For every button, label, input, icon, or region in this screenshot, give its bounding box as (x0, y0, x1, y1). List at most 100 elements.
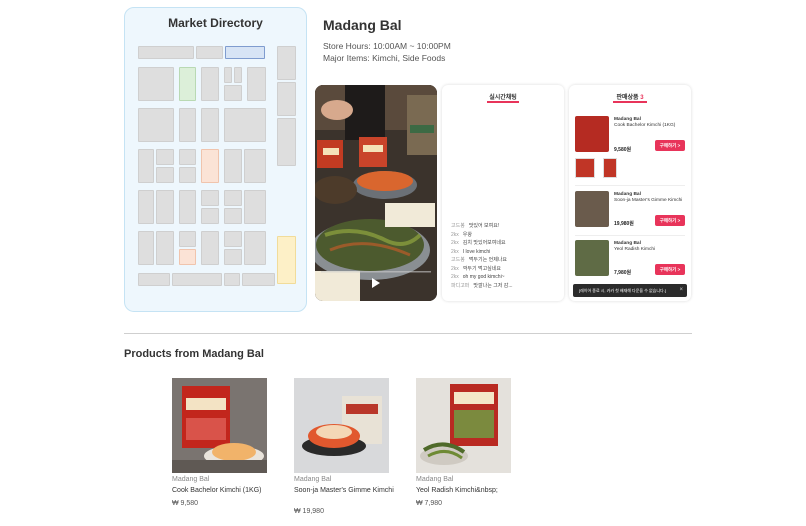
directory-title: Market Directory (168, 16, 263, 30)
sale-item[interactable]: Madang Bal Soon-ja Master's Gimme Kimchi… (575, 191, 687, 235)
store-cell[interactable] (156, 231, 174, 265)
store-cell[interactable] (196, 46, 223, 59)
sale-item[interactable]: Madang Bal Yeol Radish Kimchi 7,980원 구매하… (575, 240, 687, 284)
product-thumbnail-small[interactable] (603, 158, 617, 178)
chat-text: 우왕 (462, 231, 472, 238)
store-cell[interactable] (201, 231, 219, 265)
item-divider (575, 235, 685, 236)
buy-button[interactable]: 구매하기 > (655, 215, 685, 226)
store-cell[interactable] (224, 273, 240, 286)
chat-text: 맛깔나는 그저 감... (473, 282, 513, 289)
buy-button[interactable]: 구매하기 > (655, 264, 685, 275)
sale-item-brand: Madang Bal (614, 241, 641, 246)
sale-title-underline (613, 101, 647, 103)
store-cell[interactable] (224, 249, 242, 265)
item-divider (575, 185, 685, 186)
product-thumbnail[interactable] (575, 240, 609, 276)
chat-message: 2kx oh my god kimchi~ (451, 273, 559, 282)
store-cell-selected[interactable] (225, 46, 265, 59)
live-video-player[interactable] (315, 85, 437, 301)
product-thumbnail[interactable] (575, 116, 609, 152)
store-cell[interactable] (179, 249, 196, 265)
store-cell[interactable] (244, 190, 266, 224)
chat-username: 2kx (451, 265, 459, 272)
store-cell[interactable] (234, 67, 242, 83)
store-cell[interactable] (224, 108, 266, 142)
chat-username: 파디고퍼 (451, 282, 470, 289)
product-thumbnail-small[interactable] (575, 158, 595, 178)
store-cell[interactable] (138, 149, 154, 183)
store-cell[interactable] (242, 273, 275, 286)
store-cell[interactable] (156, 149, 174, 165)
close-icon[interactable]: × (679, 284, 683, 297)
chat-message-list: 고드봉 맛있어 보여요! 2kx 우왕 2kx 김치 맛있어보여네요 2kx I lov… (451, 222, 559, 290)
product-image[interactable] (294, 378, 389, 473)
store-cell[interactable] (277, 118, 296, 166)
live-chat-panel: 실시간채팅 고드봉 맛있어 보여요! 2kx 우왕 2kx 김치 맛있어보여네요 2k… (442, 85, 564, 301)
store-cell[interactable] (224, 149, 242, 183)
chat-message: 고드봉 맛있어 보여요! (451, 222, 559, 231)
chat-text: oh my god kimchi~ (462, 274, 505, 280)
chat-message: 2kx I love kimchi (451, 248, 559, 257)
store-cell[interactable] (224, 190, 242, 206)
product-name[interactable]: Soon-ja Master's Gimme Kimchi (294, 487, 404, 496)
store-cell[interactable] (179, 108, 196, 142)
store-cell[interactable] (201, 108, 219, 142)
store-cell[interactable] (224, 85, 242, 101)
product-image[interactable] (416, 378, 511, 473)
products-section-title: Products from Madang Bal (124, 348, 264, 360)
store-cell[interactable] (179, 167, 196, 183)
store-name: Madang Bal (323, 17, 402, 33)
store-cell[interactable] (277, 46, 296, 80)
store-cell[interactable] (201, 149, 219, 183)
product-image[interactable] (172, 378, 267, 473)
store-cell[interactable] (201, 190, 219, 206)
chat-username: 2kx (451, 248, 459, 255)
product-name[interactable]: Cook Bachelor Kimchi (1KG) (172, 487, 282, 496)
store-cell[interactable] (244, 149, 266, 183)
product-name[interactable]: Yeol Radish Kimchi&nbsp; (416, 487, 526, 496)
sale-item[interactable]: Madang Bal Cook Bachelor Kimchi (1KG) 9,… (575, 115, 687, 185)
store-cell[interactable] (244, 231, 266, 265)
store-cell[interactable] (138, 67, 174, 101)
chat-message: 2kx 김치 맛있어보여네요 (451, 239, 559, 248)
chat-message: 고드봉 먹두기는 언제나요 (451, 256, 559, 265)
store-major-items: Major Items: Kimchi, Side Foods (323, 53, 446, 63)
store-cell[interactable] (277, 82, 296, 116)
store-cell[interactable] (179, 149, 196, 165)
store-cell[interactable] (138, 273, 170, 286)
product-image-graphic (294, 378, 389, 473)
product-price: ₩ 19,980 (294, 508, 324, 515)
store-cell[interactable] (277, 236, 296, 284)
store-cell[interactable] (247, 67, 266, 101)
product-image-graphic (416, 378, 511, 473)
buy-button[interactable]: 구매하기 > (655, 140, 685, 151)
store-cell[interactable] (179, 231, 196, 247)
store-cell[interactable] (179, 190, 196, 224)
store-cell[interactable] (201, 208, 219, 224)
store-cell[interactable] (156, 190, 174, 224)
store-cell[interactable] (138, 108, 174, 142)
store-cell[interactable] (138, 46, 194, 59)
store-hours: Store Hours: 10:00AM ~ 10:00PM (323, 41, 451, 51)
sale-item-price: 19,980원 (614, 221, 634, 227)
product-thumbnail[interactable] (575, 191, 609, 227)
sale-products-panel: 판매상품 3 Madang Bal Cook Bachelor Kimchi (… (569, 85, 691, 301)
store-cell[interactable] (156, 167, 174, 183)
chat-message: 2kx 우왕 (451, 231, 559, 240)
sale-item-name: Soon-ja Master's Gimme Kimchi (614, 198, 683, 203)
store-cell[interactable] (224, 231, 242, 247)
chat-username: 2kx (451, 231, 459, 238)
store-cell[interactable] (179, 67, 196, 101)
store-cell[interactable] (138, 231, 154, 265)
store-cell[interactable] (138, 190, 154, 224)
chat-text: 맛있어 보여요! (468, 223, 500, 229)
chat-title: 실시간채팅 (489, 95, 517, 101)
store-cell[interactable] (201, 67, 219, 101)
store-cell[interactable] (224, 67, 232, 83)
store-cell[interactable] (172, 273, 222, 286)
chat-title-underline (487, 101, 519, 103)
chat-message: 2kx 깍두기 먹고싶네요 (451, 265, 559, 274)
store-cell[interactable] (224, 208, 242, 224)
chat-text: 먹두기는 언제나요 (468, 257, 508, 263)
